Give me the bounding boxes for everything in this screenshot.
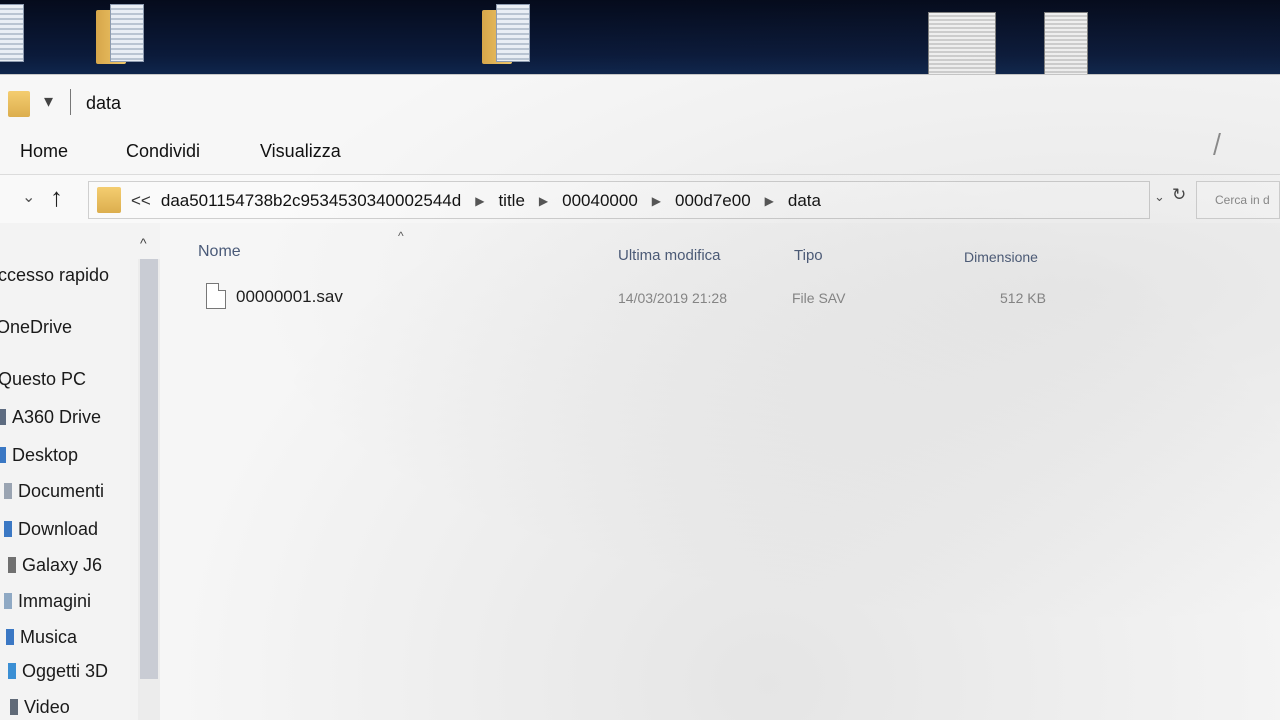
refresh-icon[interactable]: ↻ <box>1172 185 1186 205</box>
video-icon <box>10 699 18 715</box>
sidebar-item-label: Immagini <box>18 591 92 611</box>
sidebar-item-download[interactable]: Download <box>4 519 98 540</box>
sidebar-item-label: Galaxy J6 <box>22 555 103 575</box>
desktop-document-icon[interactable] <box>0 4 40 64</box>
sidebar-item-label: A360 Drive <box>12 407 102 427</box>
desktop-folder-icon[interactable] <box>96 4 146 64</box>
sidebar-item-immagini[interactable]: Immagini <box>4 591 91 612</box>
documents-icon <box>4 483 12 499</box>
address-box[interactable]: << daa501154738b2c9534530340002544d ▶ ti… <box>88 181 1150 219</box>
sidebar-item-documenti[interactable]: Documenti <box>4 481 104 502</box>
chevron-down-icon[interactable]: ⌄ <box>1154 189 1165 205</box>
sidebar-item-label: Oggetti 3D <box>22 661 109 681</box>
folder-icon <box>97 187 121 213</box>
chevron-right-icon[interactable]: ▶ <box>652 194 661 208</box>
chevron-right-icon[interactable]: ▶ <box>475 194 484 208</box>
desktop-text-file-icon[interactable] <box>1044 4 1094 82</box>
cube-icon <box>8 663 16 679</box>
search-box[interactable] <box>1196 181 1280 219</box>
breadcrumb: << daa501154738b2c9534530340002544d ▶ ti… <box>131 191 821 211</box>
quick-access-toolbar-caret-icon[interactable]: ▾ <box>44 91 53 112</box>
sidebar-item-quick-access[interactable]: ccesso rapido <box>0 265 109 286</box>
title-bar: ▾ data <box>0 75 1280 131</box>
music-icon <box>6 629 14 645</box>
ribbon: Home Condividi Visualizza <box>0 131 1280 175</box>
navigation-pane: ^ ccesso rapido OneDrive Questo PC A360 … <box>0 223 160 720</box>
file-icon <box>206 283 226 309</box>
search-input[interactable] <box>1197 182 1279 218</box>
column-header-name[interactable]: Nome <box>198 243 241 261</box>
up-arrow-icon[interactable]: ↑ <box>50 182 63 213</box>
sidebar-item-label: Download <box>18 519 99 539</box>
chevron-right-icon[interactable]: ▶ <box>539 194 548 208</box>
window-title: data <box>86 93 122 113</box>
recent-locations-chevron-icon[interactable]: ⌄ <box>22 187 35 207</box>
download-icon <box>4 521 12 537</box>
file-size: 512 KB <box>1000 290 1046 306</box>
breadcrumb-item[interactable]: 00040000 <box>562 191 638 211</box>
column-header-type[interactable]: Tipo <box>794 247 823 264</box>
address-bar: ⌄ ↑ << daa501154738b2c9534530340002544d … <box>0 175 1280 223</box>
sidebar-item-label: Musica <box>20 627 78 647</box>
sort-ascending-icon: ^ <box>398 229 404 243</box>
file-modified: 14/03/2019 21:28 <box>618 290 727 306</box>
sidebar-item-musica[interactable]: Musica <box>6 627 77 648</box>
sidebar-item-a360-drive[interactable]: A360 Drive <box>0 407 101 428</box>
sidebar-item-galaxy-j6[interactable]: Galaxy J6 <box>8 555 102 576</box>
pictures-icon <box>4 593 12 609</box>
tab-condividi[interactable]: Condividi <box>126 141 200 162</box>
folder-icon <box>8 91 30 117</box>
sidebar-item-label: Documenti <box>18 481 105 501</box>
sidebar-item-video[interactable]: Video <box>10 697 70 718</box>
file-list-pane: ^ Nome Ultima modifica Tipo Dimensione 0… <box>160 223 1280 720</box>
tab-home[interactable]: Home <box>20 141 68 162</box>
divider <box>70 89 71 115</box>
table-row[interactable]: 00000001.sav 14/03/2019 21:28 File SAV 5… <box>200 281 1200 313</box>
sidebar-item-label: OneDrive <box>0 317 73 337</box>
scrollbar-thumb[interactable] <box>140 259 158 679</box>
desktop-file-icon[interactable] <box>928 4 996 82</box>
sidebar-item-label: ccesso rapido <box>0 265 110 285</box>
scroll-up-icon[interactable]: ^ <box>140 235 147 251</box>
chevron-right-icon[interactable]: ▶ <box>765 194 774 208</box>
breadcrumb-item-current[interactable]: data <box>788 191 821 211</box>
column-header-size[interactable]: Dimensione <box>964 249 1038 265</box>
file-name: 00000001.sav <box>236 287 343 306</box>
sidebar-item-questo-pc[interactable]: Questo PC <box>0 369 86 390</box>
sidebar-item-label: Desktop <box>12 445 79 465</box>
desktop-icon <box>0 447 6 463</box>
breadcrumb-item[interactable]: title <box>498 191 524 211</box>
file-explorer-window: ▾ data Home Condividi Visualizza ⌄ ↑ << … <box>0 74 1280 720</box>
breadcrumb-item[interactable]: daa501154738b2c9534530340002544d <box>161 191 461 211</box>
file-type: File SAV <box>792 290 846 306</box>
breadcrumb-item[interactable]: 000d7e00 <box>675 191 751 211</box>
phone-icon <box>8 557 16 573</box>
sidebar-item-onedrive[interactable]: OneDrive <box>0 317 72 338</box>
desktop-folder-icon[interactable] <box>482 4 532 64</box>
sidebar-item-label: Video <box>24 697 70 717</box>
sidebar-item-label: Questo PC <box>0 369 87 389</box>
sidebar-item-oggetti-3d[interactable]: Oggetti 3D <box>8 661 108 682</box>
drive-icon <box>0 409 6 425</box>
tab-visualizza[interactable]: Visualizza <box>260 141 341 162</box>
column-header-modified[interactable]: Ultima modifica <box>618 247 721 264</box>
breadcrumb-overflow[interactable]: << <box>131 191 151 211</box>
sidebar-item-desktop[interactable]: Desktop <box>0 445 78 466</box>
